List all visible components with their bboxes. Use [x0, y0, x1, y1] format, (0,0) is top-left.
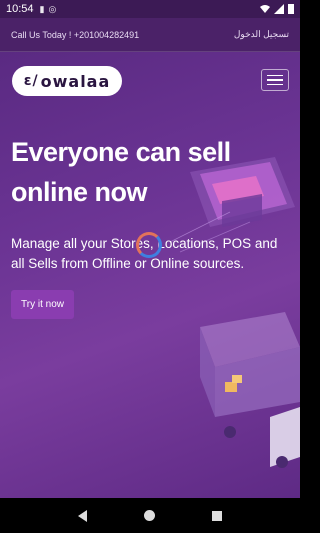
recent-apps-icon[interactable] — [211, 510, 222, 521]
menu-bar-icon — [267, 74, 283, 77]
hamburger-menu-button[interactable] — [261, 69, 289, 91]
hero-headline: Everyone can sell online now — [11, 137, 231, 207]
login-link[interactable]: تسجيل الدخول — [234, 29, 289, 40]
sync-icon: ◎ — [48, 3, 57, 14]
battery-icon — [288, 4, 294, 14]
loading-spinner-icon — [136, 232, 162, 258]
logo-mark-icon: ɛ/ — [23, 73, 39, 89]
wifi-icon — [260, 5, 270, 13]
signal-icon — [274, 4, 284, 14]
logo-text: owalaa — [40, 71, 111, 91]
status-right-icons — [260, 4, 294, 14]
delivery-truck-illustration — [200, 312, 300, 468]
hero-section: ɛ/ owalaa Everyone can sell online now M… — [0, 52, 300, 498]
try-it-now-button[interactable]: Try it now — [11, 290, 74, 319]
phone-text: Call Us Today ! +201004282491 — [11, 29, 140, 40]
back-icon[interactable] — [78, 509, 88, 522]
home-icon[interactable] — [143, 510, 155, 521]
menu-bar-icon — [267, 79, 283, 81]
status-time: 10:54 — [6, 3, 34, 15]
android-navigation-bar — [0, 498, 300, 533]
android-status-bar: 10:54 ▮ ◎ — [0, 0, 300, 18]
menu-bar-icon — [267, 83, 283, 86]
contact-bar: Call Us Today ! +201004282491 تسجيل الدخ… — [0, 18, 300, 52]
site-logo[interactable]: ɛ/ owalaa — [12, 66, 122, 96]
sim-icon: ▮ — [39, 3, 45, 14]
site-navbar: ɛ/ owalaa — [0, 52, 300, 114]
